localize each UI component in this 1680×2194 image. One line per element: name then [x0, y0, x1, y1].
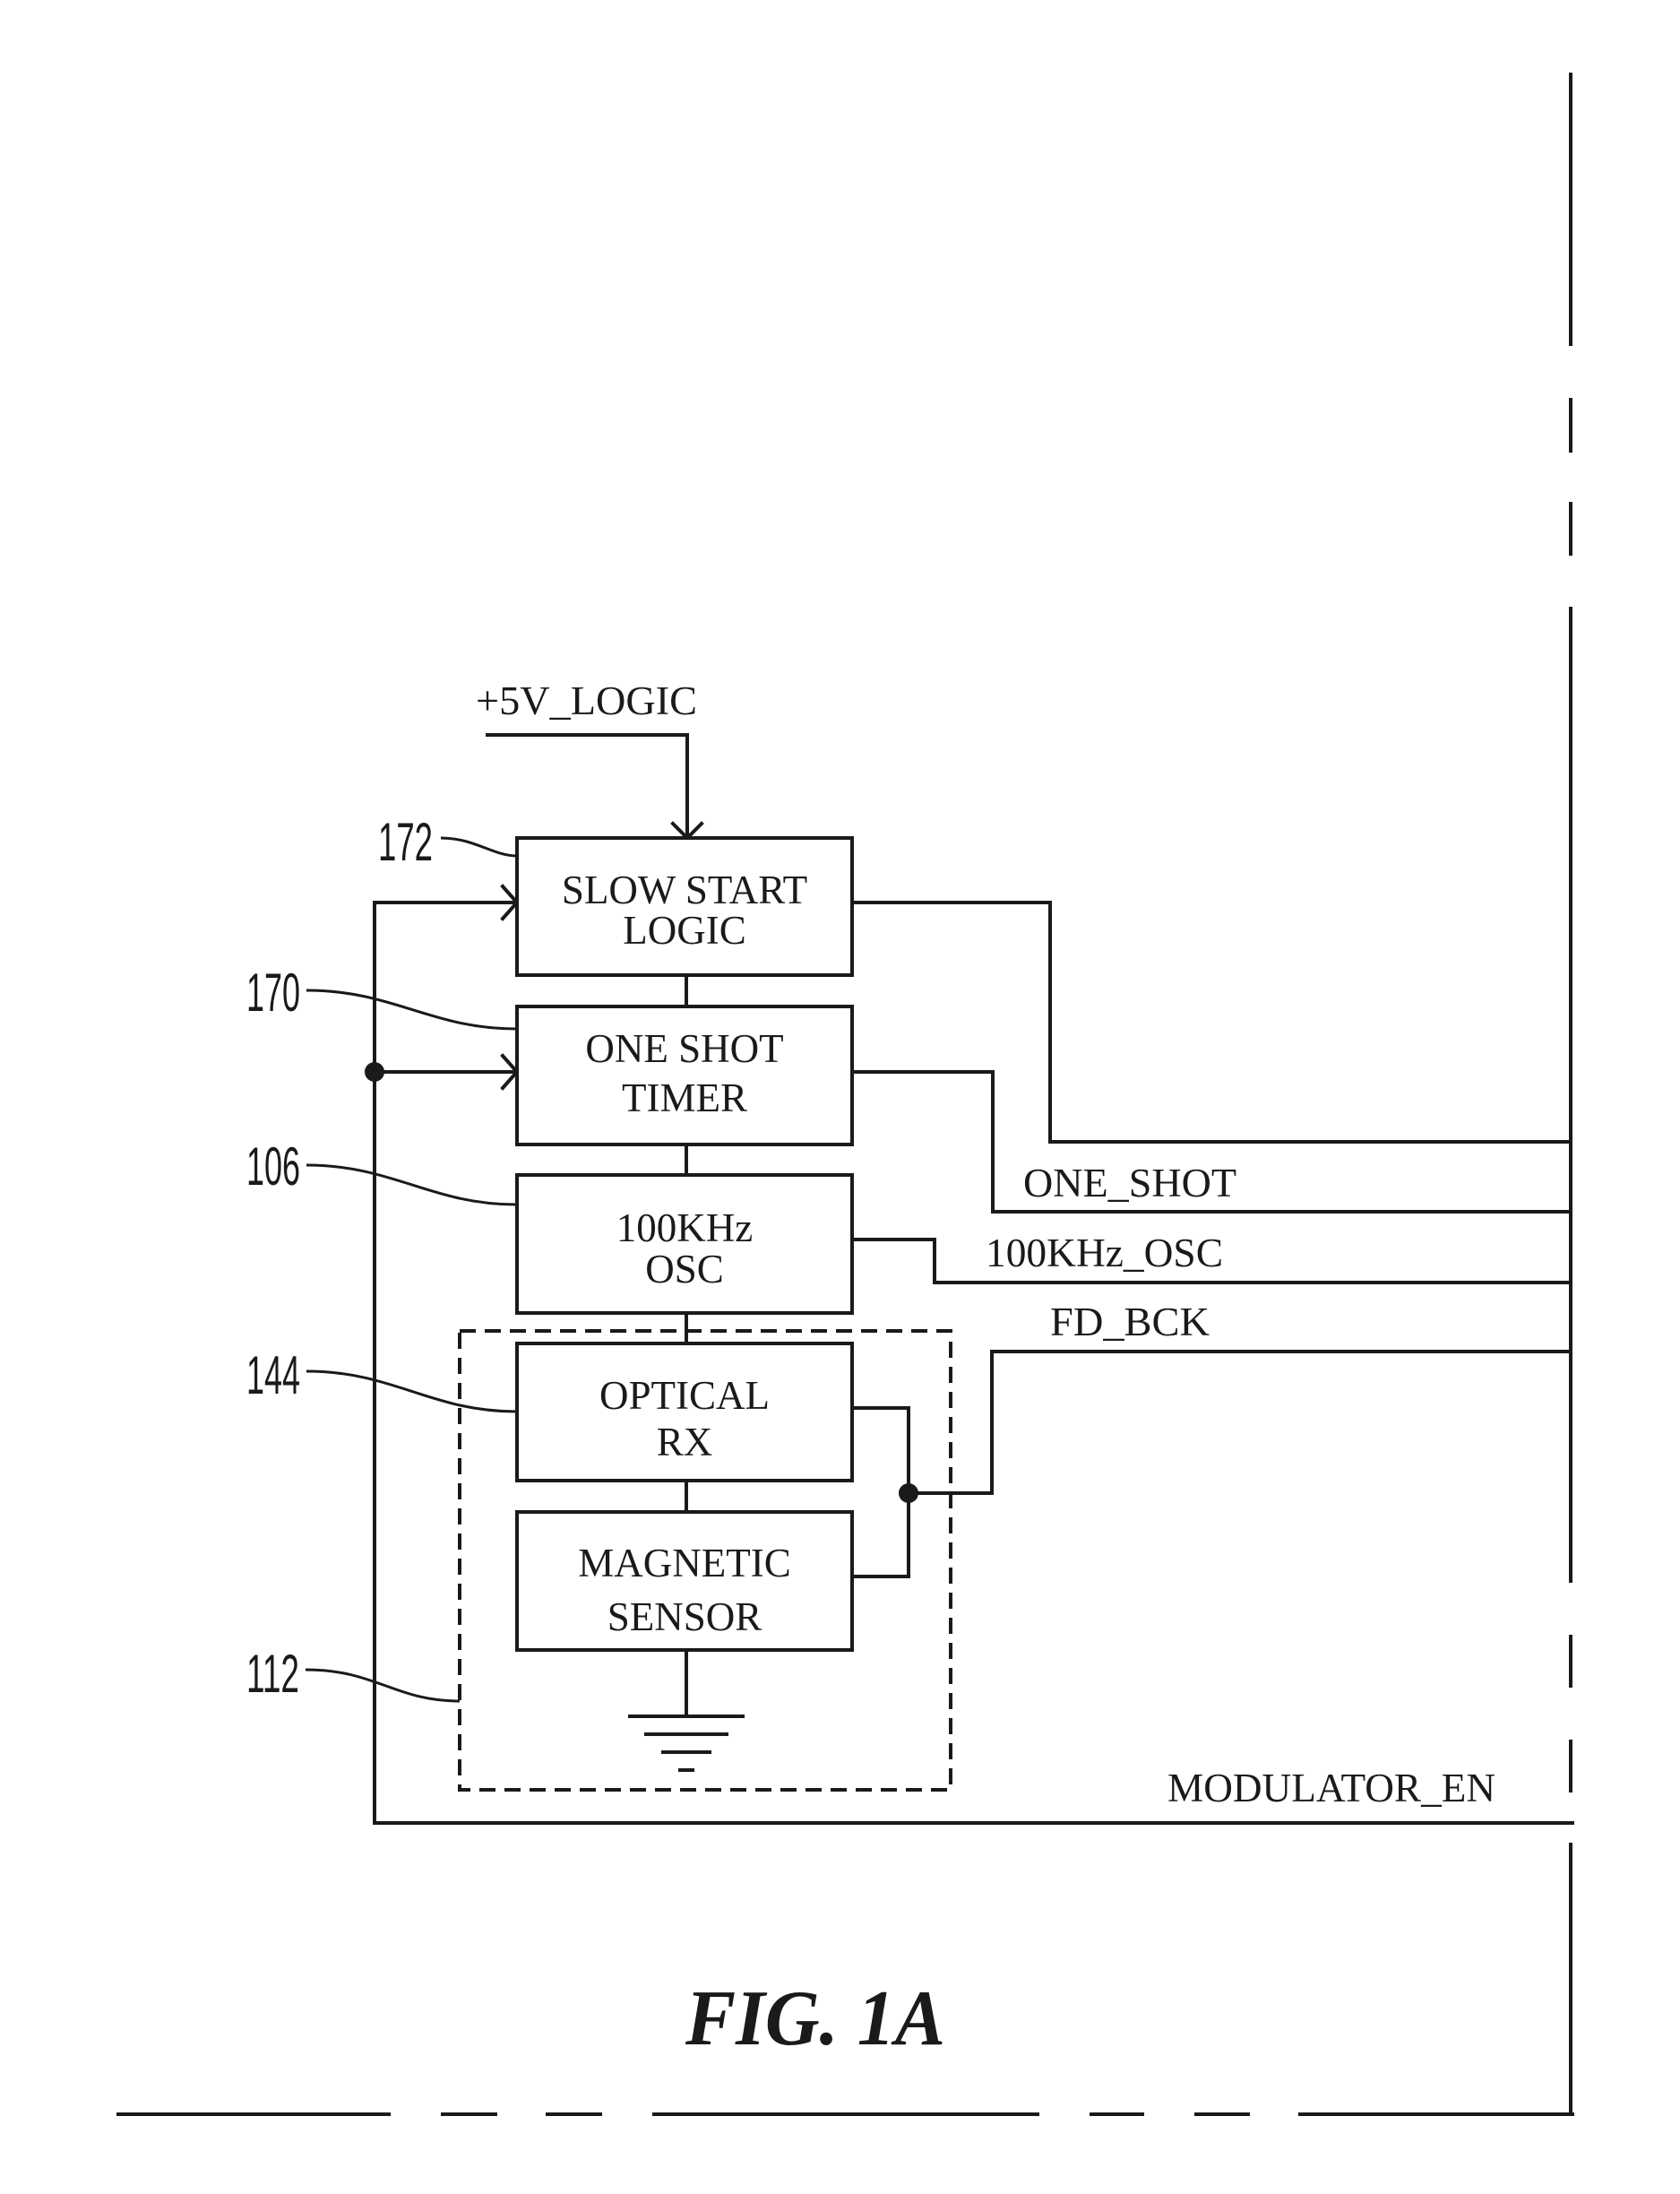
- power-wire: [486, 733, 689, 840]
- signal-label-100khz-osc: 100KHz_OSC: [986, 1231, 1223, 1275]
- ref-numeral-170: 170: [246, 963, 300, 1023]
- block-label: RX: [657, 1420, 713, 1464]
- signal-label-modulator-en: MODULATOR_EN: [1167, 1766, 1495, 1810]
- leader-line-172: [440, 836, 518, 858]
- figure-caption: FIG. 1A: [685, 1975, 945, 2062]
- ref-numeral-172: 172: [378, 812, 433, 872]
- fd-bck-wire: [907, 1350, 1572, 1495]
- block-label: SLOW START: [562, 868, 807, 912]
- block-100khz-osc: 100KHz OSC: [515, 1173, 854, 1315]
- junction-dot: [899, 1483, 918, 1503]
- block-label: MAGNETIC: [578, 1541, 790, 1585]
- ref-numeral-144: 144: [246, 1345, 300, 1405]
- block-label: SENSOR: [607, 1594, 762, 1639]
- block-label: OSC: [645, 1247, 724, 1291]
- block-label: TIMER: [622, 1075, 747, 1120]
- slow-start-output-wire: [850, 901, 1572, 1144]
- block-label: 100KHz: [616, 1205, 753, 1250]
- block-label: LOGIC: [623, 908, 745, 953]
- leader-line-170: [306, 989, 518, 1031]
- block-slow-start-logic: SLOW START LOGIC: [515, 836, 854, 977]
- leader-line-144: [306, 1369, 518, 1413]
- block-one-shot-timer: ONE SHOT TIMER: [515, 1005, 854, 1146]
- ground-icon: [628, 1715, 745, 1772]
- ref-numeral-106: 106: [246, 1136, 300, 1196]
- ref-numeral-112: 112: [246, 1644, 299, 1704]
- signal-label-one-shot: ONE_SHOT: [1023, 1161, 1236, 1205]
- junction-dot: [365, 1062, 384, 1082]
- schematic-figure: +5V_LOGIC SLOW START LOGIC ONE SHOT TIME…: [116, 73, 1574, 2116]
- block-optical-rx: OPTICAL RX: [515, 1342, 854, 1482]
- leader-line-112: [305, 1668, 461, 1703]
- block-label: OPTICAL: [599, 1373, 770, 1418]
- leader-line-106: [306, 1163, 518, 1206]
- power-input-label: +5V_LOGIC: [476, 678, 697, 723]
- block-label: ONE SHOT: [585, 1026, 783, 1071]
- block-magnetic-sensor: MAGNETIC SENSOR: [515, 1510, 854, 1652]
- signal-label-fd-bck: FD_BCK: [1050, 1300, 1210, 1344]
